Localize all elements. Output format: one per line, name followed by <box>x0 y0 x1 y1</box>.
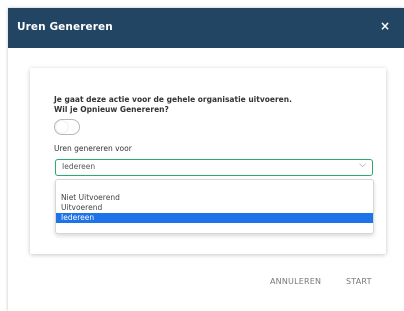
regenerate-toggle[interactable] <box>54 119 80 135</box>
form-card: Je gaat deze actie voor de gehele organi… <box>30 68 386 254</box>
regenerate-label: Wil je Opnieuw Genereren? <box>54 105 169 114</box>
option-uitvoerend[interactable]: Uitvoerend <box>56 203 373 213</box>
toggle-knob <box>56 121 68 133</box>
organisation-warning-text: Je gaat deze actie voor de gehele organi… <box>54 95 292 104</box>
chevron-down-icon: ⌵ <box>359 160 366 170</box>
generate-for-select[interactable]: Iedereen ⌵ <box>55 159 373 176</box>
cancel-button[interactable]: ANNULEREN <box>270 277 321 286</box>
dialog-header: Uren Genereren × <box>8 8 404 48</box>
selected-value: Iedereen <box>62 162 96 171</box>
option-iedereen[interactable]: Iedereen <box>56 213 373 223</box>
dialog-title: Uren Genereren <box>17 21 113 33</box>
start-button[interactable]: START <box>346 277 372 286</box>
option-niet-uitvoerend[interactable]: Niet Uitvoerend <box>56 193 373 203</box>
generate-hours-dialog: Uren Genereren × Je gaat deze actie voor… <box>8 8 404 311</box>
select-dropdown-list: Niet Uitvoerend Uitvoerend Iedereen <box>55 179 374 234</box>
close-icon[interactable]: × <box>380 19 390 33</box>
generate-for-label: Uren genereren voor <box>54 144 132 153</box>
